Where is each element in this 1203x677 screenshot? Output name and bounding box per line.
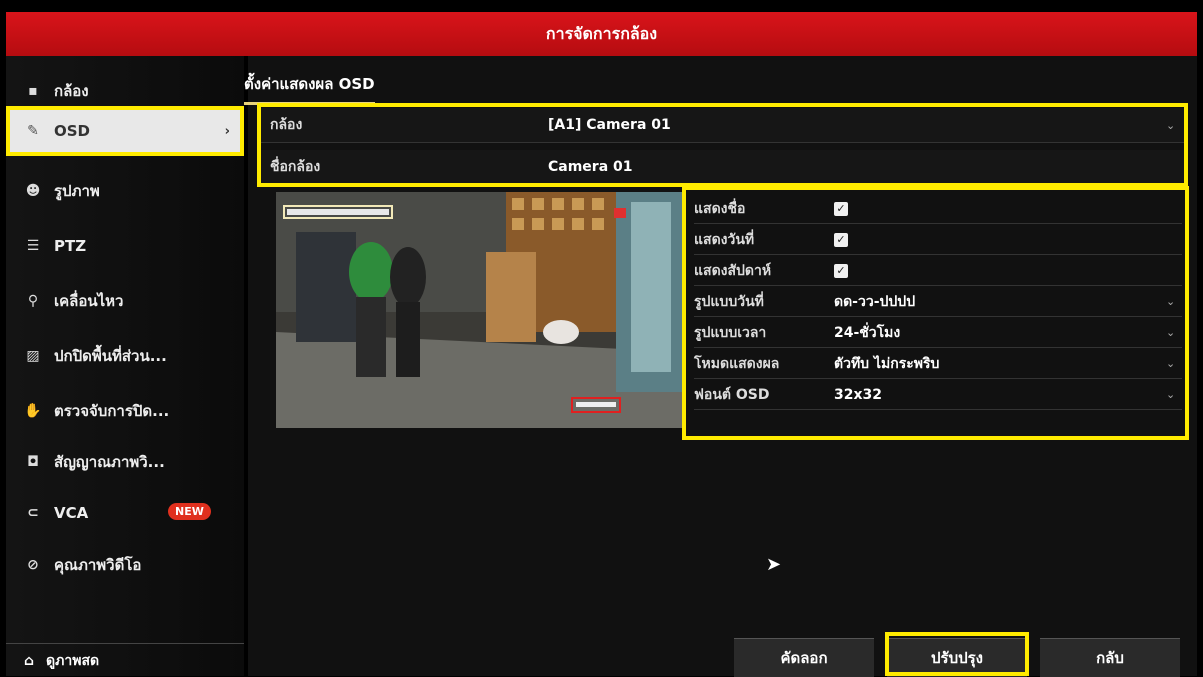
date-format-label: รูปแบบวันที่ bbox=[694, 293, 764, 310]
show-date-label: แสดงวันที่ bbox=[694, 231, 755, 248]
sidebar-item-label: กล้อง bbox=[54, 82, 89, 100]
osd-font-select[interactable]: ฟอนต์ OSD 32x32 ⌄ bbox=[694, 380, 1182, 410]
sidebar-item-vca[interactable]: ⊂ VCA NEW bbox=[6, 488, 244, 538]
live-view-label: ดูภาพสด bbox=[46, 652, 100, 669]
date-format-select[interactable]: รูปแบบวันที่ ดด-วว-ปปปป ⌄ bbox=[694, 287, 1182, 317]
new-badge: NEW bbox=[168, 503, 211, 520]
show-week-checkbox[interactable]: ✓ bbox=[834, 263, 848, 278]
sidebar-item-label: เคลื่อนไหว bbox=[54, 292, 124, 310]
sidebar-item-motion[interactable]: ⚲ เคลื่อนไหว bbox=[6, 276, 244, 326]
home-icon: ⌂ bbox=[24, 652, 35, 669]
privacy-mask-icon: ▨ bbox=[26, 348, 40, 364]
mouse-cursor-icon: ➤ bbox=[766, 554, 782, 575]
chevron-down-icon: ⌄ bbox=[1166, 118, 1176, 132]
sidebar-item-label: PTZ bbox=[54, 237, 87, 255]
chevron-down-icon: ⌄ bbox=[1166, 388, 1176, 401]
window-title: การจัดการกล้อง bbox=[545, 23, 658, 43]
chevron-down-icon: ⌄ bbox=[1166, 357, 1176, 370]
show-date-checkbox[interactable]: ✓ bbox=[834, 232, 848, 247]
sidebar-item-label: ตรวจจับการปิด... bbox=[54, 402, 170, 420]
sidebar-item-label: OSD bbox=[54, 122, 91, 140]
camera-name-field[interactable]: ชื่อกล้อง Camera 01 bbox=[260, 150, 1186, 185]
show-date-row[interactable]: แสดงวันที่ ✓ bbox=[694, 225, 1182, 255]
video-loss-icon: ◘ bbox=[27, 454, 39, 470]
sidebar-item-label: คุณภาพวิดีโอ bbox=[54, 556, 142, 574]
camera-scene-image bbox=[276, 192, 684, 428]
tamper-detect-icon: ✋ bbox=[24, 403, 42, 419]
live-view-button[interactable]: ⌂ ดูภาพสด bbox=[6, 643, 244, 677]
time-format-select[interactable]: รูปแบบเวลา 24-ชั่วโมง ⌄ bbox=[694, 318, 1182, 348]
osd-edit-icon: ✎ bbox=[27, 123, 39, 139]
osd-font-label: ฟอนต์ OSD bbox=[694, 386, 770, 403]
camera-label: กล้อง bbox=[270, 117, 303, 133]
camera-name-value: Camera 01 bbox=[548, 159, 633, 175]
sidebar-item-video-loss[interactable]: ◘ สัญญาณภาพวิ... bbox=[6, 437, 244, 487]
sidebar: ▪ กล้อง ✎ OSD › ☻ รูปภาพ ☰ PTZ ⚲ เคลื่อน… bbox=[6, 56, 244, 676]
show-name-checkbox[interactable]: ✓ bbox=[834, 201, 848, 216]
motion-icon: ⚲ bbox=[27, 293, 39, 309]
date-format-value: ดด-วว-ปปปป bbox=[834, 293, 916, 310]
vca-icon: ⊂ bbox=[27, 505, 39, 521]
image-icon: ☻ bbox=[25, 183, 41, 199]
copy-button-label: คัดลอก bbox=[780, 649, 828, 667]
osd-font-value: 32x32 bbox=[834, 386, 882, 403]
chevron-down-icon: ⌄ bbox=[1166, 326, 1176, 339]
copy-button[interactable]: คัดลอก bbox=[734, 638, 874, 677]
back-button-label: กลับ bbox=[1096, 649, 1124, 667]
display-mode-label: โหมดแสดงผล bbox=[694, 355, 780, 372]
sidebar-item-label: ปกปิดพื้นที่ส่วน... bbox=[54, 347, 167, 365]
apply-button-label: ปรับปรุง bbox=[930, 649, 983, 667]
apply-button[interactable]: ปรับปรุง bbox=[887, 638, 1027, 677]
sidebar-item-image[interactable]: ☻ รูปภาพ bbox=[6, 166, 244, 216]
show-name-label: แสดงชื่อ bbox=[694, 200, 746, 217]
camera-value: [A1] Camera 01 bbox=[548, 117, 671, 133]
video-quality-icon: ⊘ bbox=[27, 557, 39, 573]
show-name-row[interactable]: แสดงชื่อ ✓ bbox=[694, 194, 1182, 224]
back-button[interactable]: กลับ bbox=[1040, 638, 1180, 677]
chevron-down-icon: ⌄ bbox=[1166, 295, 1176, 308]
show-week-label: แสดงสัปดาห์ bbox=[694, 262, 772, 279]
camera-icon: ▪ bbox=[28, 83, 38, 99]
sidebar-item-label: VCA bbox=[54, 504, 89, 522]
sidebar-item-label: สัญญาณภาพวิ... bbox=[54, 453, 165, 471]
camera-preview[interactable] bbox=[276, 192, 684, 428]
sidebar-item-privacy-mask[interactable]: ▨ ปกปิดพื้นที่ส่วน... bbox=[6, 331, 244, 381]
time-format-value: 24-ชั่วโมง bbox=[834, 324, 901, 341]
chevron-right-icon: › bbox=[224, 123, 230, 139]
display-mode-select[interactable]: โหมดแสดงผล ตัวทึบ ไม่กระพริบ ⌄ bbox=[694, 349, 1182, 379]
tab-osd-settings[interactable]: ตั้งค่าแสดงผล OSD bbox=[244, 72, 375, 105]
time-format-label: รูปแบบเวลา bbox=[694, 324, 767, 341]
camera-name-label: ชื่อกล้อง bbox=[270, 159, 321, 175]
ptz-icon: ☰ bbox=[26, 238, 40, 254]
sidebar-item-ptz[interactable]: ☰ PTZ bbox=[6, 221, 244, 271]
window-title-bar: การจัดการกล้อง bbox=[6, 12, 1197, 56]
sidebar-item-tamper-detection[interactable]: ✋ ตรวจจับการปิด... bbox=[6, 386, 244, 436]
sidebar-item-video-quality[interactable]: ⊘ คุณภาพวิดีโอ bbox=[6, 540, 244, 590]
display-mode-value: ตัวทึบ ไม่กระพริบ bbox=[834, 355, 940, 372]
sidebar-item-osd[interactable]: ✎ OSD › bbox=[6, 106, 244, 156]
osd-settings-panel: แสดงชื่อ ✓ แสดงวันที่ ✓ แสดงสัปดาห์ ✓ รู… bbox=[684, 190, 1189, 438]
sidebar-item-label: รูปภาพ bbox=[54, 182, 100, 200]
show-week-row[interactable]: แสดงสัปดาห์ ✓ bbox=[694, 256, 1182, 286]
camera-select[interactable]: กล้อง [A1] Camera 01 ⌄ bbox=[260, 108, 1186, 143]
